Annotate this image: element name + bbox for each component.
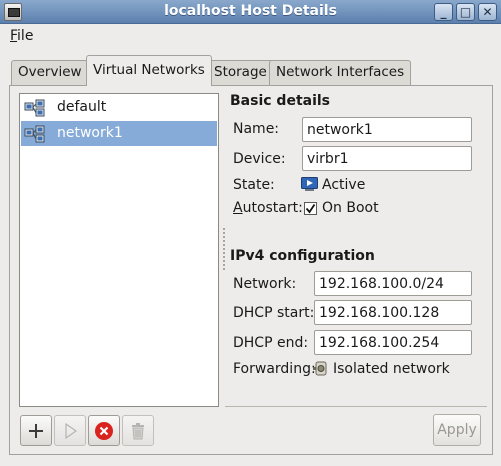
autostart-checkbox[interactable] <box>304 202 317 215</box>
dhcp-start-label: DHCP start: <box>233 305 315 321</box>
network-field[interactable] <box>314 271 472 296</box>
pane-divider[interactable] <box>223 93 225 407</box>
name-label: Name: <box>233 121 280 137</box>
network-name: network1 <box>57 125 123 141</box>
dhcp-start-field[interactable] <box>314 300 472 325</box>
basic-details-heading: Basic details <box>230 93 331 109</box>
ipv4-heading: IPv4 configuration <box>230 248 375 264</box>
menu-file[interactable]: File <box>6 28 37 44</box>
plus-icon <box>29 424 43 438</box>
forwarding-value: Isolated network <box>333 361 450 377</box>
checkmark-icon <box>305 204 316 214</box>
autostart-value: On Boot <box>322 200 379 216</box>
network-icon <box>24 99 45 117</box>
title-bar[interactable]: localhost Host Details _ □ ✕ <box>0 0 501 24</box>
menu-file-accel: F <box>10 28 18 44</box>
state-active-icon <box>301 177 318 191</box>
stop-network-button[interactable] <box>88 415 120 446</box>
name-field[interactable] <box>302 117 472 142</box>
autostart-accel: A <box>233 200 243 216</box>
autostart-label: Autostart: <box>233 200 303 216</box>
minimize-button[interactable]: _ <box>434 3 453 21</box>
bottom-separator <box>225 406 487 407</box>
dhcp-end-field[interactable] <box>314 330 472 355</box>
window-title: localhost Host Details <box>164 3 337 19</box>
list-item-default[interactable]: default <box>21 95 217 120</box>
state-value: Active <box>322 177 366 193</box>
stop-icon <box>95 422 113 440</box>
isolated-network-icon <box>313 361 327 376</box>
play-icon <box>65 422 78 440</box>
autostart-label-rest: utostart: <box>242 200 303 216</box>
tab-network-interfaces[interactable]: Network Interfaces <box>269 60 412 85</box>
maximize-button[interactable]: □ <box>456 3 475 21</box>
device-field[interactable] <box>302 146 472 171</box>
network-icon <box>24 125 45 143</box>
tab-storage[interactable]: Storage <box>207 60 274 85</box>
device-label: Device: <box>233 151 286 167</box>
tab-virtual-networks[interactable]: Virtual Networks <box>86 55 212 86</box>
state-label: State: <box>233 177 275 193</box>
tab-overview[interactable]: Overview <box>11 60 89 85</box>
dhcp-end-label: DHCP end: <box>233 335 309 351</box>
trash-icon <box>132 423 144 440</box>
start-network-button[interactable] <box>54 415 86 446</box>
apply-button[interactable]: Apply <box>433 414 481 446</box>
menu-bar: File <box>0 24 501 49</box>
delete-network-button[interactable] <box>122 415 154 446</box>
tab-bar: Overview Virtual Networks Storage Networ… <box>0 55 501 86</box>
close-button[interactable]: ✕ <box>478 3 497 21</box>
forwarding-label: Forwarding: <box>233 361 316 377</box>
add-network-button[interactable] <box>20 415 52 446</box>
network-name: default <box>57 99 107 115</box>
menu-file-rest: ile <box>17 28 34 44</box>
network-list[interactable]: default network1 <box>19 93 219 407</box>
network-label: Network: <box>233 276 297 292</box>
list-item-network1[interactable]: network1 <box>21 121 217 146</box>
